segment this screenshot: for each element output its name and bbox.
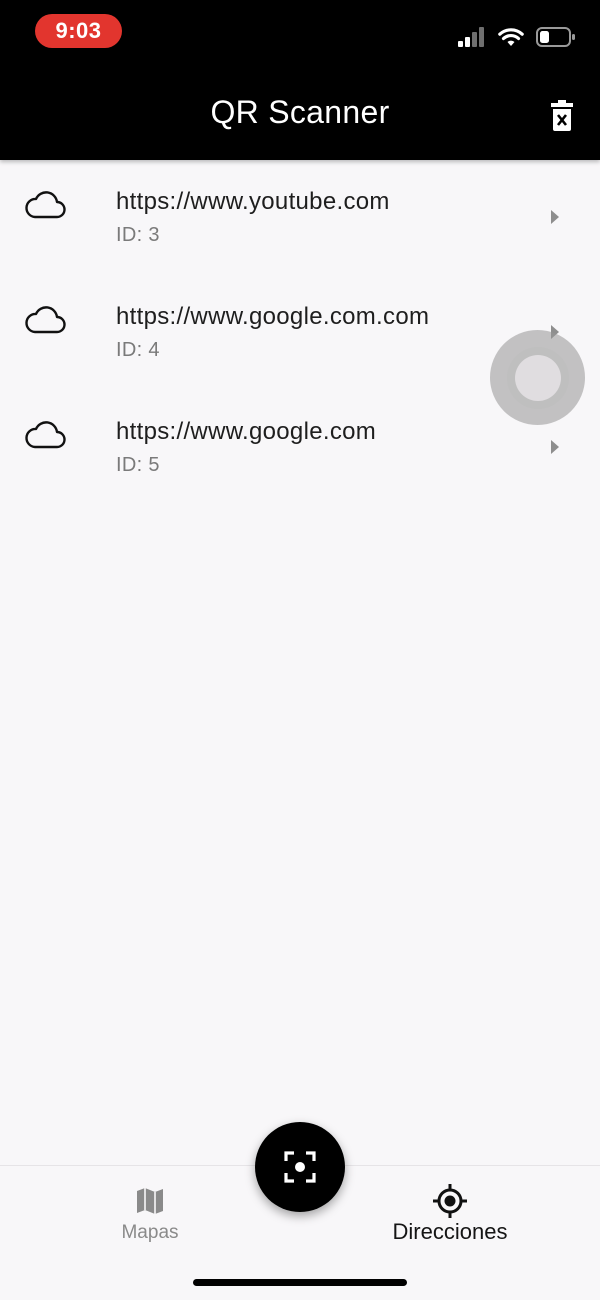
scan-id: ID: 5 — [116, 454, 160, 476]
qr-scan-frame-icon — [284, 1151, 316, 1183]
cloud-icon — [25, 306, 66, 334]
scan-url: https://www.google.com.com — [116, 303, 430, 330]
scan-qr-button[interactable] — [255, 1122, 345, 1212]
scan-id: ID: 3 — [116, 224, 160, 246]
nav-label: Direcciones — [392, 1219, 508, 1244]
scan-url: https://www.youtube.com — [116, 188, 390, 215]
touch-indicator — [490, 330, 585, 425]
cloud-icon — [25, 421, 66, 449]
arrow-right-icon — [551, 440, 559, 454]
arrow-right-icon — [551, 210, 559, 224]
gps-target-icon — [433, 1184, 467, 1218]
delete-all-button[interactable] — [548, 100, 576, 132]
scan-id: ID: 4 — [116, 339, 160, 361]
map-icon — [137, 1188, 163, 1214]
list-item[interactable]: https://www.youtube.com ID: 3 — [0, 160, 600, 275]
page-title: QR Scanner — [210, 94, 390, 130]
wifi-icon — [498, 28, 524, 46]
status-time: 9:03 — [35, 14, 122, 48]
home-indicator — [193, 1279, 407, 1286]
scan-url: https://www.google.com — [116, 418, 377, 445]
cloud-icon — [25, 191, 66, 219]
battery-icon — [536, 27, 575, 47]
app-bar: 9:03 QR Scanner — [0, 0, 600, 160]
signal-icon — [458, 27, 484, 47]
status-icons — [458, 24, 576, 50]
scan-list: https://www.youtube.com ID: 3 https://ww… — [0, 160, 600, 505]
delete-forever-icon — [551, 100, 573, 131]
nav-label: Mapas — [121, 1222, 179, 1243]
